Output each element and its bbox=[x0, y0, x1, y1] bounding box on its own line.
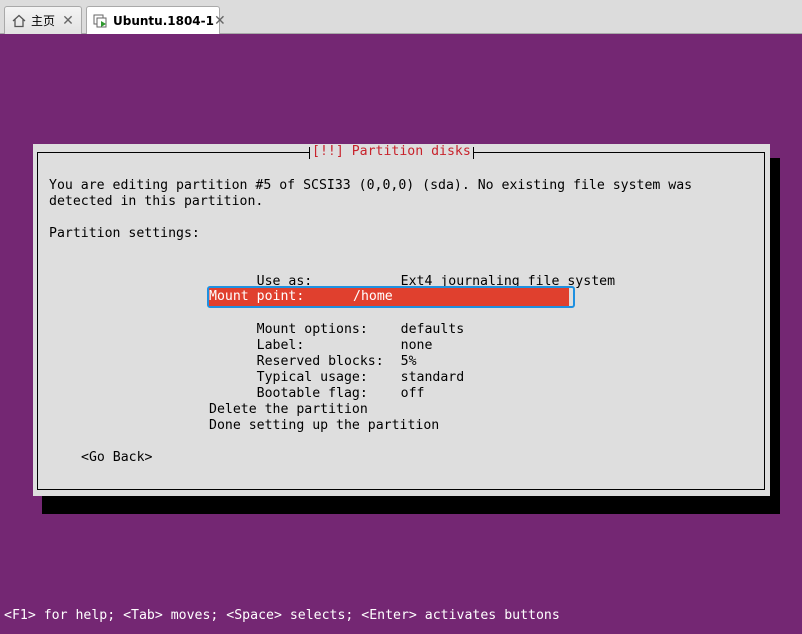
selection-highlight: Mount point: /home bbox=[209, 288, 569, 306]
intro-line-2: detected in this partition. bbox=[49, 194, 264, 209]
dialog-title: [!!] Partition disks bbox=[309, 144, 474, 160]
tab-vm[interactable]: Ubuntu.1804-1 ✕ bbox=[86, 6, 226, 35]
tab-home-label: 主页 bbox=[31, 14, 56, 28]
partition-settings-label: Partition settings: bbox=[49, 226, 200, 241]
tab-home[interactable]: 主页 ✕ bbox=[4, 6, 82, 34]
tab-bar: 主页 ✕ Ubuntu.1804-1 ✕ bbox=[0, 0, 802, 35]
setting-value: /home bbox=[353, 289, 393, 304]
delete-partition-option[interactable]: Delete the partition bbox=[209, 402, 368, 418]
setting-key: Mount point: bbox=[209, 289, 305, 304]
help-line: <F1> for help; <Tab> moves; <Space> sele… bbox=[4, 608, 560, 623]
tab-vm-label: Ubuntu.1804-1 bbox=[113, 14, 214, 28]
partition-dialog: [!!] Partition disks You are editing par… bbox=[33, 144, 770, 496]
close-icon[interactable]: ✕ bbox=[60, 13, 76, 29]
setting-value: off bbox=[400, 386, 425, 401]
vm-console[interactable]: [!!] Partition disks You are editing par… bbox=[0, 34, 802, 634]
close-icon[interactable]: ✕ bbox=[214, 13, 226, 29]
setting-key: Bootable flag: bbox=[256, 386, 368, 401]
vm-icon bbox=[93, 13, 109, 29]
go-back-button[interactable]: <Go Back> bbox=[81, 450, 152, 466]
home-icon bbox=[11, 13, 27, 29]
done-setting-up-option[interactable]: Done setting up the partition bbox=[209, 418, 439, 434]
intro-line-1: You are editing partition #5 of SCSI33 (… bbox=[49, 178, 693, 193]
setting-mount-point[interactable]: Mount point: /home bbox=[207, 286, 575, 308]
